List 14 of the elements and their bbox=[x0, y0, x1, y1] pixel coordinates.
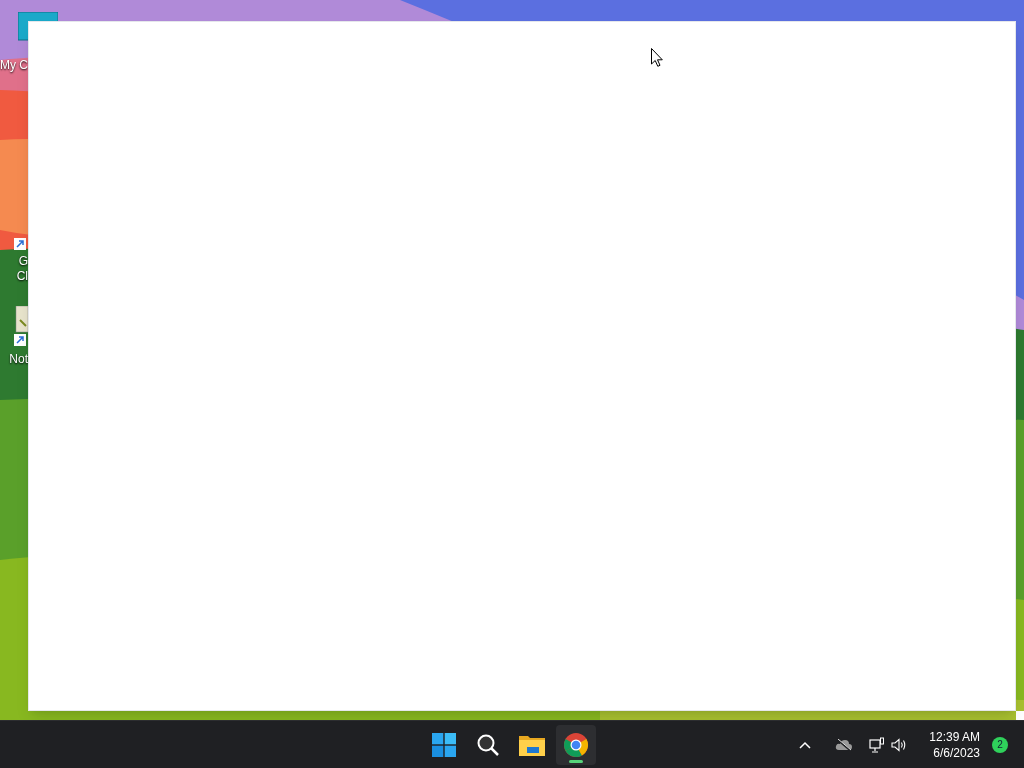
clock-date: 6/6/2023 bbox=[933, 744, 980, 761]
mouse-cursor-icon bbox=[651, 48, 663, 67]
search-icon bbox=[476, 733, 500, 757]
taskbar-button[interactable] bbox=[556, 725, 596, 765]
speaker-icon[interactable] bbox=[891, 737, 908, 752]
notification-badge[interactable]: 2 bbox=[992, 736, 1008, 753]
start-icon bbox=[432, 733, 456, 757]
chrome-icon bbox=[563, 732, 589, 758]
cloud-off-icon[interactable] bbox=[835, 738, 854, 751]
chevron-up-icon[interactable] bbox=[799, 740, 812, 749]
clock-time: 12:39 AM bbox=[929, 728, 980, 745]
clock[interactable]: 12:39 AM 6/6/2023 bbox=[929, 728, 980, 761]
folder-icon bbox=[519, 734, 545, 756]
network-icon[interactable] bbox=[869, 736, 886, 753]
